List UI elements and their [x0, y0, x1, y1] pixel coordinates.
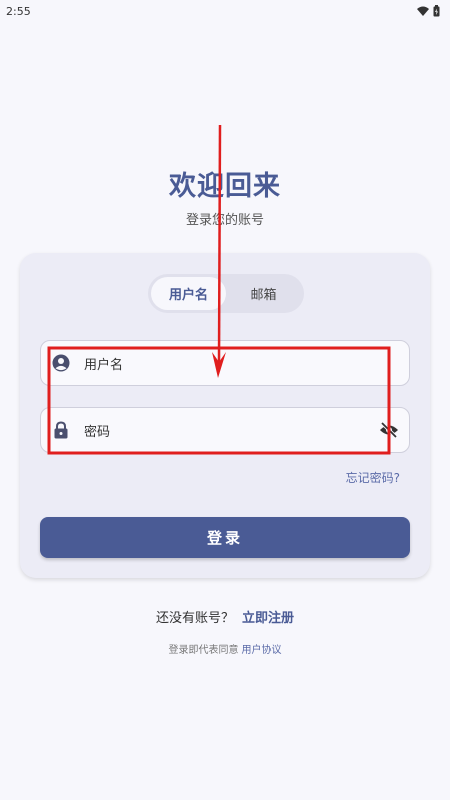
register-link[interactable]: 立即注册 [242, 611, 294, 626]
page-title: 欢迎回来 [169, 171, 281, 202]
page-subtitle: 登录您的账号 [185, 213, 264, 228]
status-icons [417, 5, 440, 17]
status-bar: 2:55 [0, 0, 450, 22]
password-field[interactable]: 密码 [40, 407, 410, 453]
user-agreement-link[interactable]: 用户协议 [242, 645, 282, 656]
lock-icon [51, 420, 71, 440]
battery-icon [433, 5, 440, 17]
login-button[interactable]: 登录 [40, 517, 410, 558]
account-circle-icon [51, 353, 71, 373]
wifi-icon [417, 6, 429, 16]
register-row: 还没有账号？ 立即注册 [0, 607, 450, 626]
password-input[interactable]: 密码 [84, 421, 379, 440]
tab-email[interactable]: 邮箱 [226, 277, 301, 310]
register-prompt: 还没有账号？ [155, 611, 234, 626]
tab-username[interactable]: 用户名 [151, 277, 226, 310]
status-time: 2:55 [6, 4, 31, 18]
forgot-password-link[interactable]: 忘记密码? [346, 469, 400, 486]
username-field[interactable]: 用户名 [40, 340, 410, 386]
login-type-tabs: 用户名 邮箱 [148, 274, 304, 313]
visibility-off-icon[interactable] [379, 420, 399, 440]
agreement-row: 登录即代表同意 用户协议 [0, 641, 450, 656]
agreement-text: 登录即代表同意 [168, 645, 239, 656]
username-input[interactable]: 用户名 [84, 354, 399, 373]
